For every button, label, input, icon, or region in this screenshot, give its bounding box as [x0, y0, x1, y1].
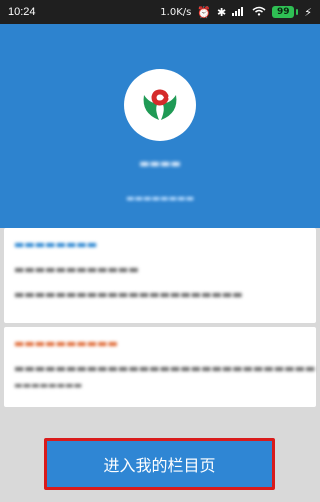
battery-cap [296, 9, 299, 15]
bolt-icon: ⚡ [304, 5, 312, 19]
wifi-icon [252, 6, 266, 18]
signal-icon [232, 6, 246, 18]
status-bar: 10:24 1.0K/s ⏰ ✱ 99 ⚡ [0, 0, 320, 24]
network-speed: 1.0K/s [160, 6, 192, 18]
login-info-card: ▬▬▬▬▬▬▬▬ ▬▬▬▬▬▬▬▬▬▬▬▬ ▬▬▬▬▬▬▬▬▬▬▬▬▬▬▬▬▬▬… [4, 228, 316, 323]
blurred-card-heading: ▬▬▬▬▬▬▬▬ [14, 238, 98, 251]
blurred-notice-line: ▬▬▬▬▬▬▬▬ [14, 381, 83, 391]
alarm-icon: ⏰ [197, 5, 212, 19]
bluetooth-icon: ✱ [217, 5, 227, 19]
enter-my-column-page-button[interactable]: 进入我的栏目页 [44, 438, 275, 490]
status-right-group: 1.0K/s ⏰ ✱ 99 ⚡ [160, 6, 312, 18]
notice-card: ▬▬▬▬▬▬▬▬▬▬ ▬▬▬▬▬▬▬▬▬▬▬▬▬▬▬▬▬▬▬▬▬▬▬▬▬▬▬▬▬… [4, 327, 316, 407]
blurred-link: ▬▬▬▬▬▬▬▬ [125, 194, 195, 204]
battery-level: 99 [272, 6, 295, 18]
blurred-notice-heading: ▬▬▬▬▬▬▬▬▬▬ [14, 337, 118, 350]
blurred-account-name: ▬▬▬▬ [139, 157, 181, 170]
blurred-notice-line: ▬▬▬▬▬▬▬▬▬▬▬▬▬▬▬▬▬▬▬▬▬▬▬▬▬▬▬▬▬ [14, 362, 316, 375]
battery-icon: 99 [272, 6, 299, 18]
blurred-card-line: ▬▬▬▬▬▬▬▬▬▬▬▬▬▬▬▬▬▬▬▬▬▬ [14, 288, 243, 301]
profile-hero: ▬▬▬▬ ▬▬▬▬▬▬▬▬ [0, 24, 320, 228]
status-time: 10:24 [8, 6, 36, 18]
blurred-card-line: ▬▬▬▬▬▬▬▬▬▬▬▬ [14, 263, 139, 276]
bank-logo-icon [124, 69, 196, 141]
